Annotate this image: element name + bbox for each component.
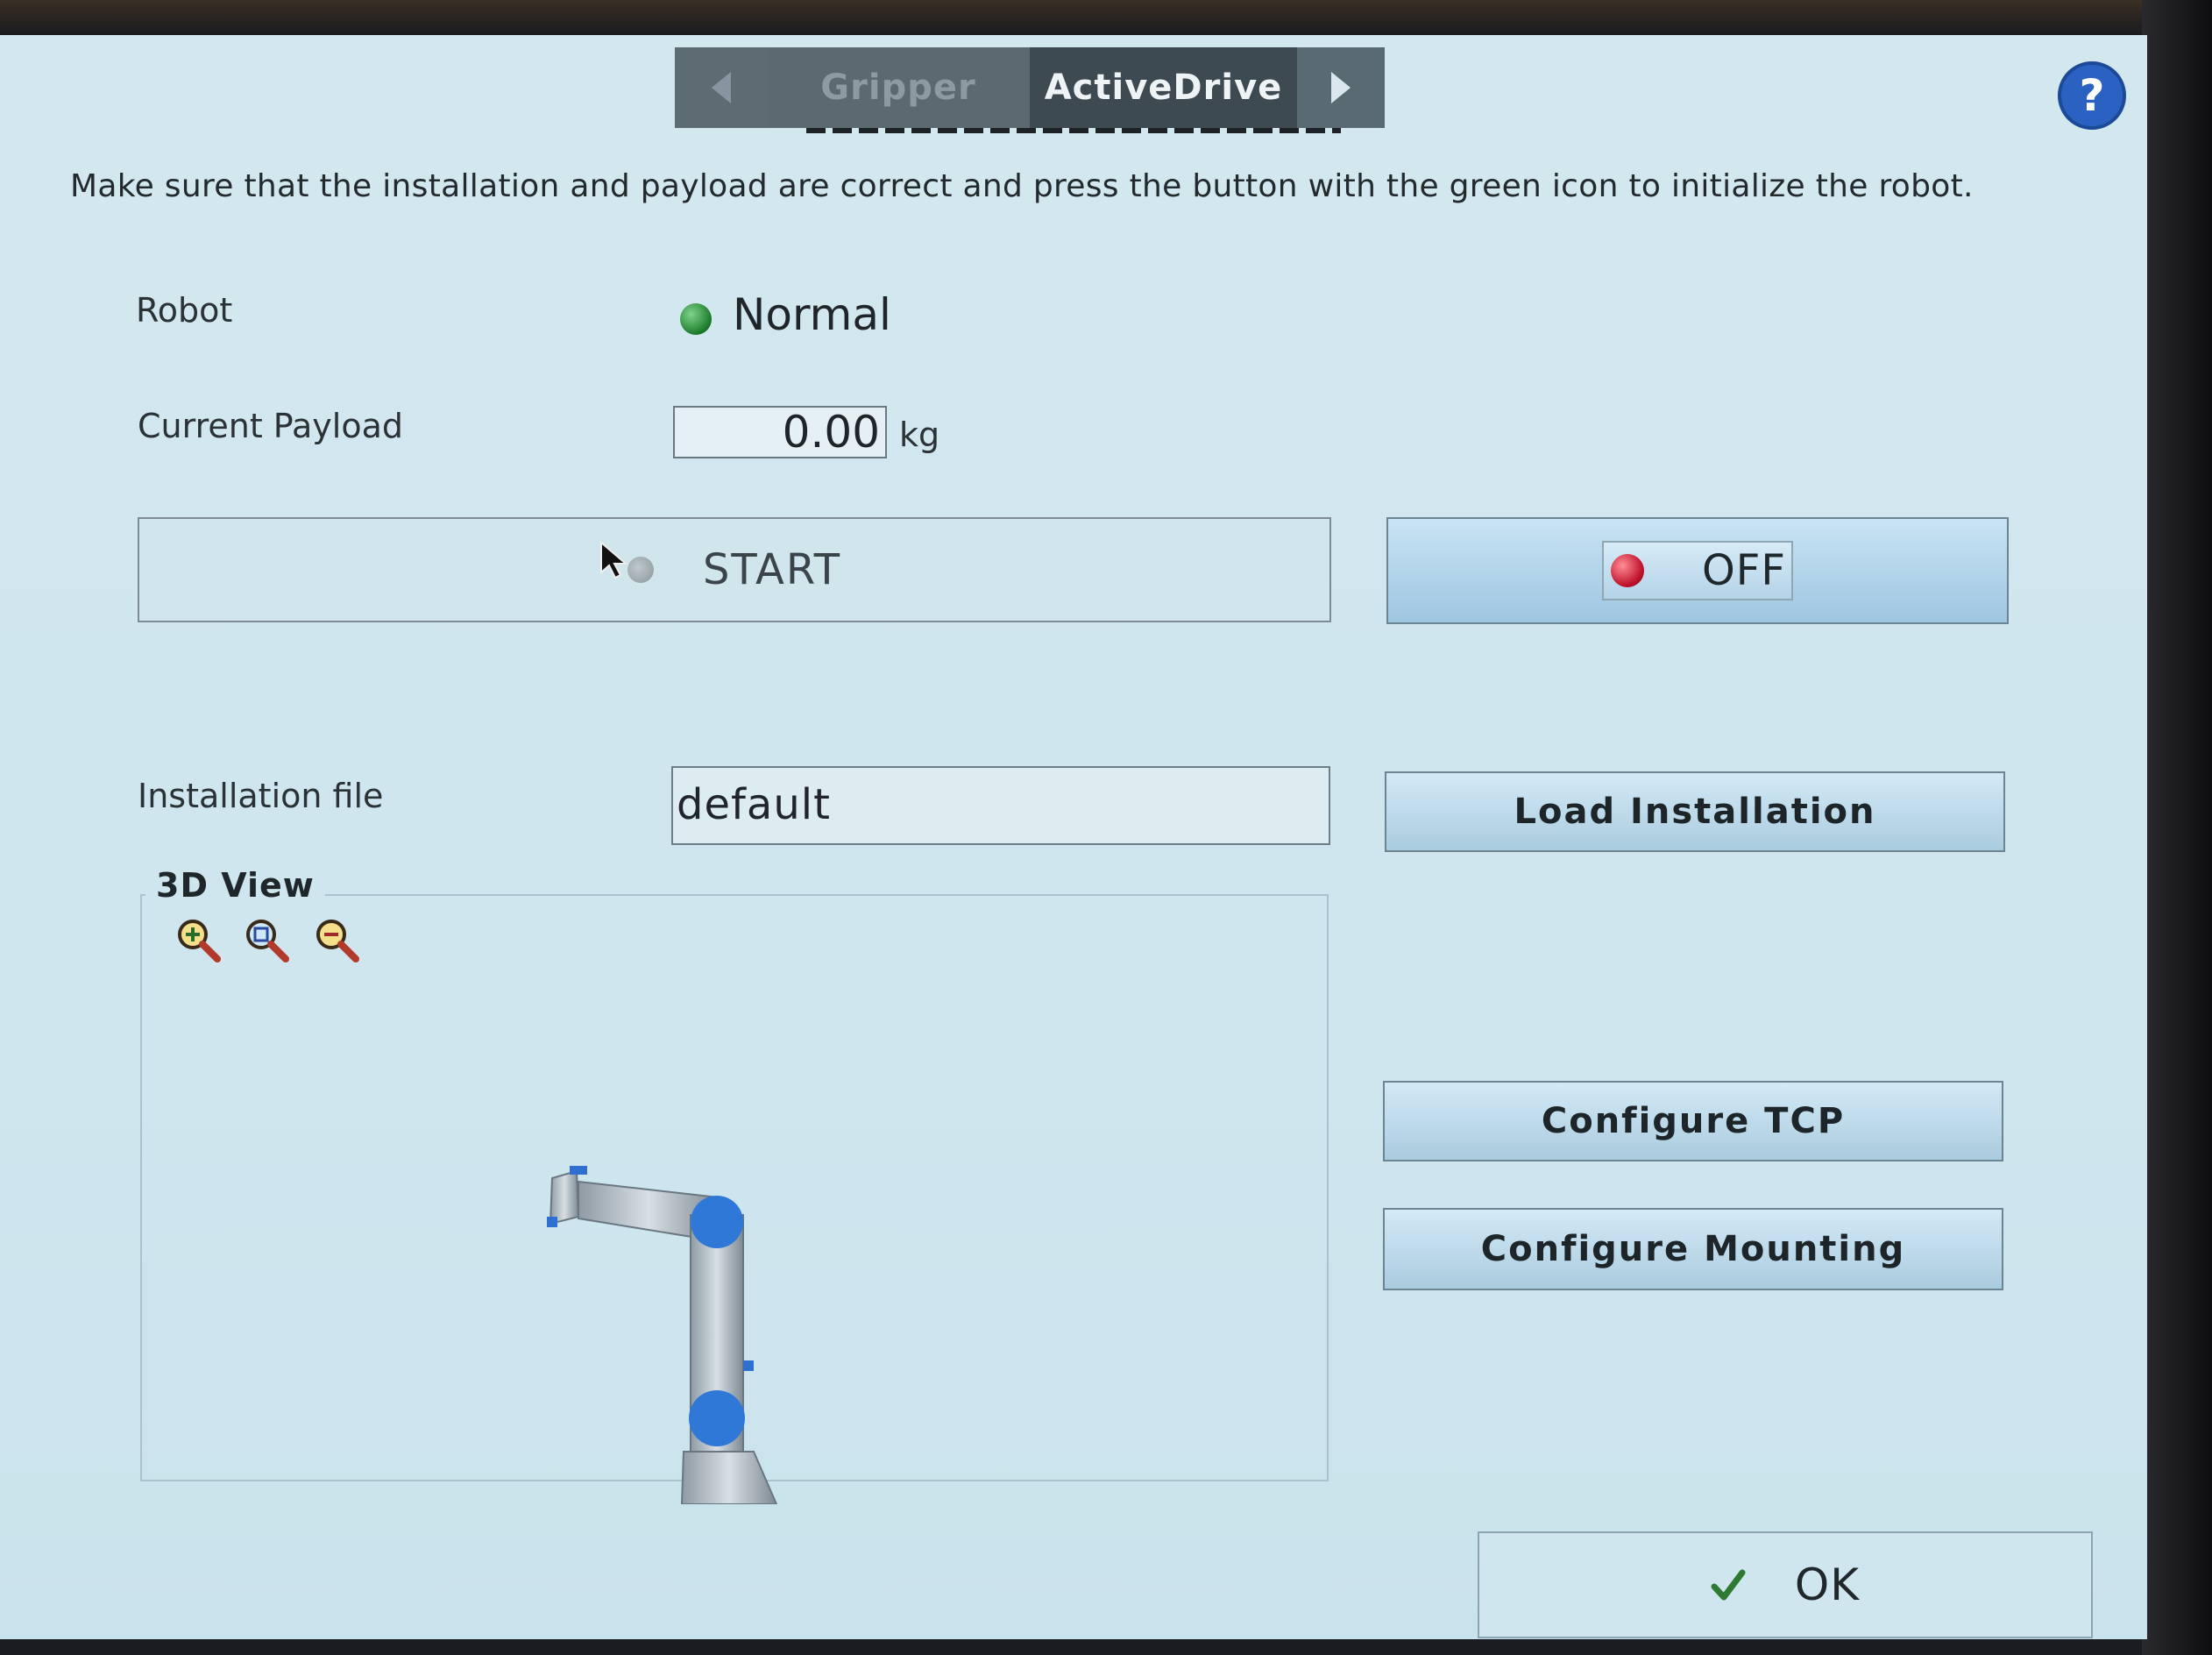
3d-view-title: 3D View [145,866,325,905]
tab-prev-button[interactable] [675,47,767,128]
instructions-text: Make sure that the installation and payl… [70,168,1974,204]
zoom-out-icon[interactable] [314,917,359,962]
load-installation-button[interactable]: Load Installation [1385,771,2005,852]
initialize-robot-screen: Gripper ActiveDrive ? Make sure that the… [0,35,2147,1639]
help-icon[interactable]: ? [2058,61,2126,130]
payload-unit: kg [899,416,940,454]
configure-mounting-button[interactable]: Configure Mounting [1383,1208,2003,1290]
chevron-right-icon [1331,72,1351,103]
tab-next-button[interactable] [1297,47,1385,128]
status-indicator-icon [680,303,712,335]
start-button-label: START [702,545,842,594]
power-off-button[interactable]: OFF [1386,517,2009,624]
ok-button-label: OK [1794,1559,1861,1610]
installation-file-label: Installation file [138,777,384,815]
monitor-right-bezel [2142,0,2212,1655]
ok-button[interactable]: OK [1478,1531,2093,1638]
configure-tcp-button[interactable]: Configure TCP [1383,1081,2003,1161]
robot-label: Robot [136,291,233,330]
robot-arm-model [547,1166,778,1504]
off-button-label: OFF [1702,546,1786,595]
mouse-cursor-icon [599,541,628,579]
tab-bar: Gripper ActiveDrive [675,47,1385,128]
robot-status-text: Normal [733,289,891,340]
power-indicator-icon [1611,554,1644,587]
payload-input[interactable]: 0.00 [673,406,887,458]
checkmark-icon [1711,1569,1746,1601]
chevron-left-icon [711,72,731,103]
monitor-top-bezel [0,0,2212,35]
off-button-inner: OFF [1602,541,1793,600]
payload-label: Current Payload [138,407,403,445]
installation-file-field[interactable]: default [671,766,1330,845]
zoom-in-icon[interactable] [175,917,221,962]
tab-gripper[interactable]: Gripper [767,47,1030,128]
zoom-reset-icon[interactable] [244,917,289,962]
start-button[interactable]: START [138,517,1331,622]
start-indicator-icon [599,541,654,583]
tab-activedrive[interactable]: ActiveDrive [1030,47,1297,128]
